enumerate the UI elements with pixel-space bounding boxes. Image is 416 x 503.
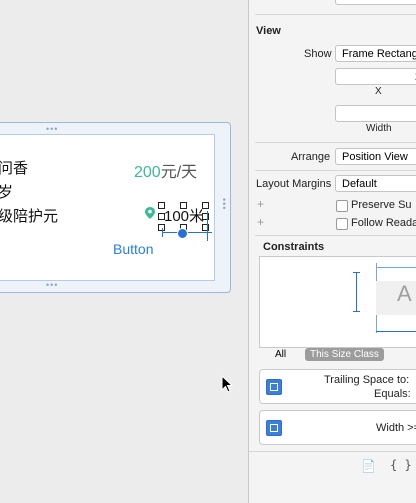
cell-service-label: 级陪护元 [0,208,59,225]
preview-text: A [397,281,412,306]
preview-cap-bottom [353,311,360,312]
bottom-resize-grip[interactable]: ••• [46,280,58,290]
divider [255,170,416,171]
selection-handle-tl[interactable] [158,202,165,209]
divider [249,451,416,452]
arrange-dropdown[interactable]: Position View [335,148,416,165]
trailing-space-constraint[interactable]: Trailing Space to: Equals: [259,369,416,404]
width-constraint-title: Width >= [376,422,416,434]
trailing-constraint-sub: Equals: [374,388,411,400]
constraints-section-header: Constraints [263,241,325,253]
divider [255,14,416,15]
constraints-preview-box[interactable]: A [259,256,416,348]
view-section-header: View [256,25,281,37]
layout-margins-dropdown[interactable]: Default [335,175,416,192]
add-variation-icon[interactable]: + [257,215,264,229]
top-cutoff-field[interactable] [335,0,416,5]
arrange-label: Arrange [291,151,331,163]
selection-handle-tr[interactable] [202,202,209,209]
top-resize-grip[interactable]: ••• [46,124,58,134]
size-inspector-panel: View Show Frame Rectangle 26 X 4 Width A… [248,0,416,503]
preview-cap-top [353,272,360,273]
constraint-anchor-dot[interactable] [177,228,188,239]
trailing-constraint-title: Trailing Space to: [324,374,410,386]
divider [255,235,416,236]
divider [255,142,416,143]
width-constraint-cap-left [162,228,163,237]
layout-margins-label: Layout Margins [256,178,332,190]
width-constraint[interactable]: Width >= [259,410,416,445]
file-inspector-icon[interactable]: 📄 [361,459,376,473]
location-pin-icon [145,207,155,219]
x-field[interactable]: 26 [335,68,416,85]
cell-button[interactable]: Button [113,241,153,257]
preserve-label: Preserve Su [351,199,412,211]
mouse-cursor-icon [221,375,233,393]
right-resize-grip[interactable]: ••• [219,198,229,210]
width-field[interactable]: 4 [335,105,416,122]
tab-all[interactable]: All [275,349,286,360]
follow-readable-width-checkbox[interactable] [336,218,348,230]
cell-title-label: 问香 [0,160,29,177]
selection-handle-l[interactable] [158,213,165,220]
preview-bottom-constraint [376,331,416,332]
preserve-superview-margins-checkbox[interactable] [336,200,348,212]
x-label: X [375,86,382,97]
add-variation-icon[interactable]: + [257,197,264,211]
code-braces-icon[interactable]: { } [390,458,412,472]
storyboard-canvas[interactable]: ••• ••• ••• 问香 岁 级陪护元 200元/天 100米 Button [0,0,248,503]
trailing-constraint-line[interactable] [207,211,208,241]
show-label: Show [304,48,332,60]
trailing-constraint-icon [266,379,282,395]
preview-guide-top [376,267,416,268]
selection-handle-t[interactable] [180,202,187,209]
preview-vertical-constraint [356,272,357,312]
tab-this-size-class[interactable]: This Size Class [305,348,384,361]
price-unit: 元/天 [160,164,198,181]
show-dropdown[interactable]: Frame Rectangle [335,45,416,62]
price-value: 200 [134,164,161,181]
width-constraint-icon [266,420,282,436]
width-label: Width [366,123,392,134]
follow-label: Follow Reada [351,217,416,229]
cell-age-label: 岁 [0,184,14,201]
price-label: 200元/天 [134,158,197,182]
